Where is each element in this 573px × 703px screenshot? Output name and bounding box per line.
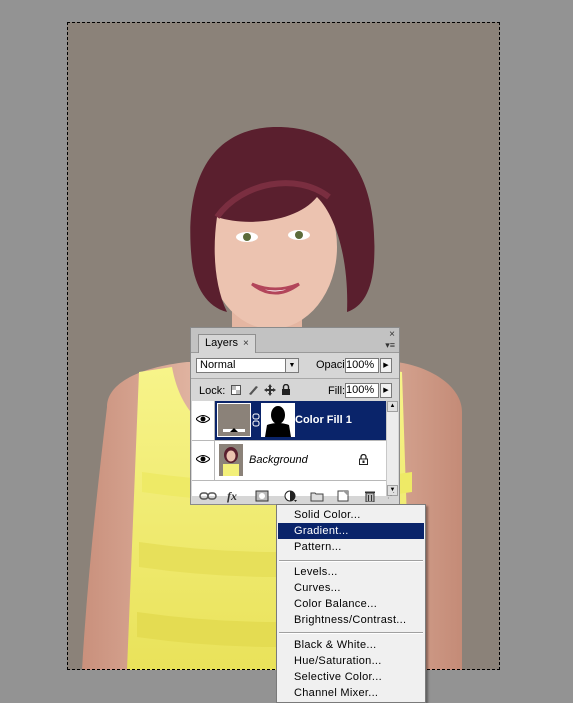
eye-icon: [196, 415, 210, 423]
opacity-input[interactable]: 100%: [345, 358, 379, 373]
panel-close-icon[interactable]: ×: [389, 329, 395, 340]
layer-row-color-fill[interactable]: Color Fill 1: [192, 401, 387, 441]
menu-separator: [279, 560, 423, 562]
layer-row-background[interactable]: Background: [192, 441, 387, 481]
layer-name[interactable]: Color Fill 1: [295, 414, 352, 426]
visibility-toggle[interactable]: [192, 401, 215, 440]
chain-link-icon[interactable]: [252, 413, 260, 427]
layers-panel: Layers × × ▾≡ Normal ▼ Opacity: 100% ▶ Lo…: [190, 327, 400, 505]
lock-icon[interactable]: [281, 384, 291, 396]
blend-mode-select[interactable]: Normal ▼: [196, 358, 299, 373]
panel-divider: [191, 378, 399, 379]
mask-icon[interactable]: [255, 490, 269, 502]
eye-icon: [196, 455, 210, 463]
move-icon[interactable]: [264, 384, 276, 396]
menu-item-black-white[interactable]: Black & White...: [278, 637, 424, 653]
menu-item-solid-color[interactable]: Solid Color...: [278, 507, 424, 523]
adjustment-layer-menu: Solid Color... Gradient... Pattern... Le…: [276, 504, 426, 703]
menu-item-brightness-contrast[interactable]: Brightness/Contrast...: [278, 612, 424, 628]
opacity-arrow-icon[interactable]: ▶: [380, 358, 392, 373]
menu-item-color-balance[interactable]: Color Balance...: [278, 596, 424, 612]
fill-arrow-icon[interactable]: ▶: [380, 383, 392, 398]
tab-layers-label: Layers: [205, 337, 239, 349]
scroll-up-icon[interactable]: ▲: [387, 401, 398, 412]
menu-item-pattern[interactable]: Pattern...: [278, 539, 424, 555]
fx-icon[interactable]: fx: [227, 490, 237, 502]
menu-item-levels[interactable]: Levels...: [278, 564, 424, 580]
panel-menu-icon[interactable]: ▾≡: [385, 340, 395, 351]
panel-tab-bar: Layers × × ▾≡: [191, 328, 399, 353]
folder-icon[interactable]: [310, 490, 324, 502]
fill-label: Fill:: [328, 385, 346, 397]
tab-layers[interactable]: Layers ×: [198, 334, 256, 353]
chevron-down-icon: ▼: [285, 359, 298, 372]
panel-footer: fx ⋰: [191, 488, 399, 505]
lock-transparent-icon[interactable]: [231, 385, 241, 395]
new-layer-icon[interactable]: [337, 490, 349, 502]
layer-list: Color Fill 1 Background ▲ ▼: [192, 401, 398, 496]
menu-item-hue-saturation[interactable]: Hue/Saturation...: [278, 653, 424, 669]
lock-label: Lock:: [199, 385, 226, 397]
menu-item-curves[interactable]: Curves...: [278, 580, 424, 596]
menu-item-gradient[interactable]: Gradient...: [278, 523, 424, 539]
resize-grip-icon[interactable]: ⋰: [387, 490, 395, 502]
visibility-toggle[interactable]: [192, 441, 215, 480]
adjustment-icon[interactable]: [284, 490, 298, 502]
background-thumbnail[interactable]: [219, 444, 243, 476]
fill-thumbnail[interactable]: [217, 403, 251, 437]
menu-item-selective-color[interactable]: Selective Color...: [278, 669, 424, 685]
fill-input[interactable]: 100%: [345, 383, 379, 398]
lock-icon: [359, 454, 368, 465]
close-icon[interactable]: ×: [243, 338, 249, 349]
trash-icon[interactable]: [364, 490, 376, 502]
link-icon[interactable]: [199, 490, 217, 502]
brush-icon[interactable]: [247, 384, 259, 396]
menu-separator: [279, 632, 423, 634]
layer-name[interactable]: Background: [249, 454, 308, 466]
blend-mode-value: Normal: [200, 359, 236, 371]
layer-list-scrollbar[interactable]: ▲ ▼: [386, 401, 398, 496]
layer-mask-thumbnail[interactable]: [261, 403, 295, 437]
